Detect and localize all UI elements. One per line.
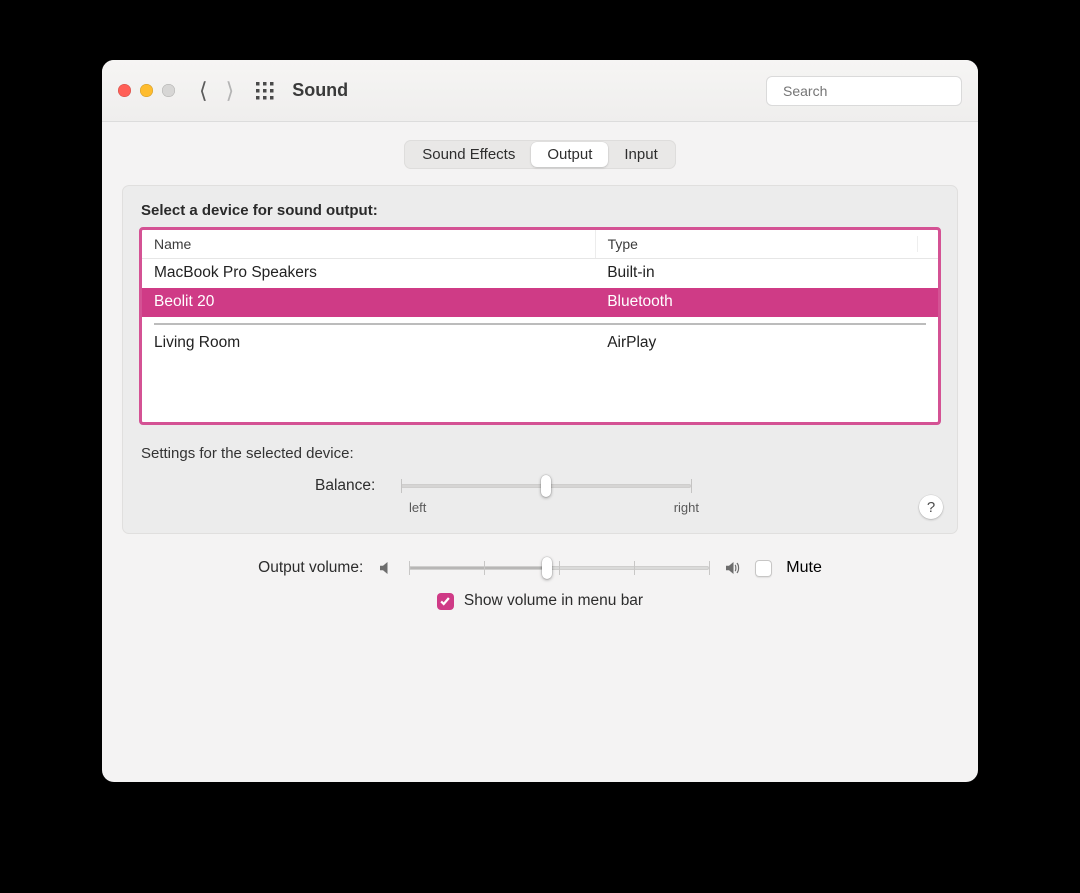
tab-input[interactable]: Input [608,142,673,167]
forward-button[interactable]: ⟩ [226,80,235,102]
footer: Output volume: Mute Show volume in menu … [102,538,978,622]
device-row[interactable]: Beolit 20 Bluetooth [142,288,938,317]
show-all-icon[interactable] [256,82,274,100]
device-type: AirPlay [595,329,938,358]
speaker-low-icon [377,559,395,577]
show-volume-label: Show volume in menu bar [464,592,643,610]
device-type: Bluetooth [595,288,938,317]
mute-label: Mute [786,559,822,577]
output-panel: Select a device for sound output: Name T… [122,185,958,534]
device-row[interactable]: MacBook Pro Speakers Built-in [142,259,938,288]
tab-output[interactable]: Output [531,142,608,167]
device-list-heading: Select a device for sound output: [141,202,941,219]
back-button[interactable]: ⟨ [199,80,208,102]
toolbar: ⟨ ⟩ Sound [102,60,978,122]
window-controls [118,84,175,97]
show-volume-row: Show volume in menu bar [122,592,958,610]
balance-slider[interactable] [401,476,691,496]
device-type: Built-in [595,259,938,288]
mute-checkbox[interactable] [755,560,772,577]
show-volume-checkbox[interactable] [437,593,454,610]
settings-heading: Settings for the selected device: [141,445,941,462]
volume-thumb[interactable] [542,557,552,579]
search-field[interactable] [766,76,962,106]
balance-left-label: left [409,500,426,515]
speaker-high-icon [723,559,741,577]
preferences-window: ⟨ ⟩ Sound Sound Effects Output Input S [102,60,978,782]
balance-control: Balance: [139,476,941,496]
balance-sublabels: left right [409,500,699,515]
list-separator [154,323,926,325]
help-button[interactable]: ? [919,495,943,519]
output-volume-slider[interactable] [409,558,709,578]
device-list[interactable]: Name Type MacBook Pro Speakers Built-in … [139,227,941,425]
device-name: Living Room [142,329,595,358]
output-volume-label: Output volume: [258,559,363,577]
balance-thumb[interactable] [541,475,551,497]
device-name: MacBook Pro Speakers [142,259,595,288]
tab-sound-effects[interactable]: Sound Effects [406,142,531,167]
search-input[interactable] [781,82,966,100]
device-row[interactable]: Living Room AirPlay [142,329,938,358]
close-icon[interactable] [118,84,131,97]
column-name[interactable]: Name [142,230,596,258]
zoom-icon[interactable] [162,84,175,97]
device-list-header: Name Type [142,230,938,259]
balance-label: Balance: [315,477,375,495]
window-title: Sound [292,80,348,101]
output-volume-row: Output volume: Mute [122,558,958,578]
minimize-icon[interactable] [140,84,153,97]
device-name: Beolit 20 [142,288,595,317]
nav-buttons: ⟨ ⟩ [199,80,234,102]
balance-right-label: right [674,500,699,515]
column-type[interactable]: Type [596,230,938,258]
tab-bar: Sound Effects Output Input [122,140,958,169]
